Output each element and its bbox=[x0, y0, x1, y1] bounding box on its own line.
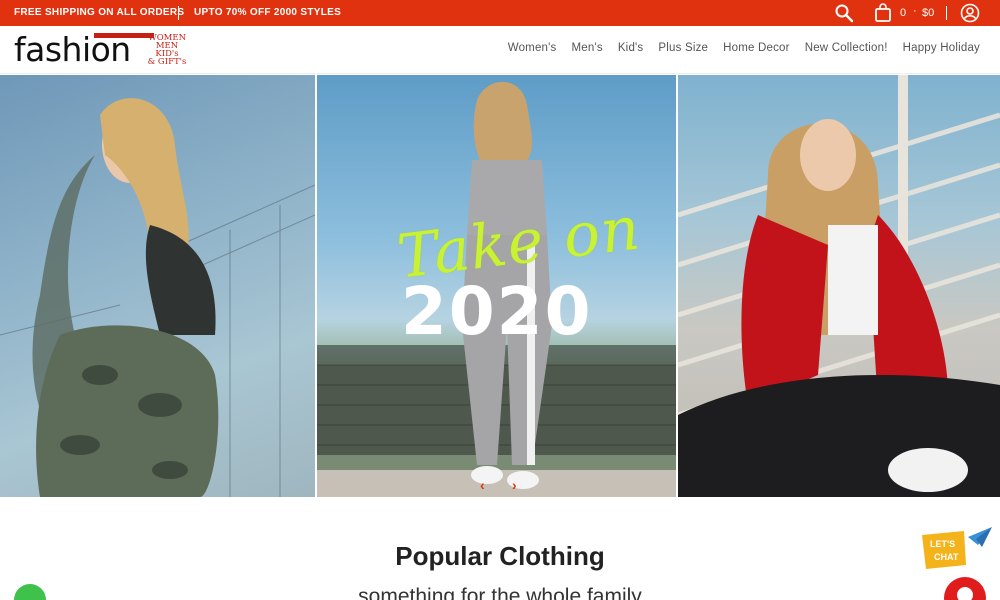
lets-chat-line1: LET'S bbox=[930, 539, 955, 549]
nav-item-mens[interactable]: Men's bbox=[571, 42, 602, 54]
slider-prev-button[interactable]: ‹ bbox=[480, 477, 485, 493]
hero-image-center[interactable]: Take on 2020 bbox=[316, 75, 677, 497]
lets-chat-badge[interactable]: LET'S CHAT bbox=[918, 525, 994, 571]
hero-slider[interactable]: Take on 2020 ‹ › bbox=[0, 75, 1000, 497]
slider-next-button[interactable]: › bbox=[512, 477, 517, 493]
nav-item-kids[interactable]: Kid's bbox=[618, 42, 644, 54]
site-logo[interactable]: fashion WOMEN MEN KID's & GIFT's bbox=[14, 30, 189, 70]
section-title: Popular Clothing bbox=[395, 541, 605, 571]
fence-graphic bbox=[0, 98, 315, 497]
main-nav: Women's Men's Kid's Plus Size Home Decor… bbox=[508, 42, 980, 54]
chat-bubble-icon bbox=[957, 587, 973, 600]
cart-icon[interactable] bbox=[874, 3, 892, 23]
free-shipping-text: FREE SHIPPING ON ALL ORDERS bbox=[14, 7, 185, 18]
section-subtitle: something for the whole family bbox=[358, 585, 642, 600]
hero-headline-year: 2020 bbox=[400, 273, 593, 350]
promo-divider bbox=[178, 6, 179, 20]
promo-divider-2 bbox=[946, 6, 947, 20]
hero-image-right[interactable] bbox=[678, 75, 1000, 497]
search-icon[interactable] bbox=[834, 3, 854, 23]
nav-item-plus-size[interactable]: Plus Size bbox=[658, 42, 708, 54]
promo-bar: FREE SHIPPING ON ALL ORDERS UPTO 70% OFF… bbox=[0, 0, 1000, 26]
bleachers-graphic bbox=[678, 75, 1000, 497]
logo-tagline-line: & GIFT's bbox=[147, 57, 187, 67]
nav-item-womens[interactable]: Women's bbox=[508, 42, 557, 54]
site-header: fashion WOMEN MEN KID's & GIFT's Women's… bbox=[0, 26, 1000, 74]
cart-count[interactable]: 0 bbox=[900, 7, 906, 19]
nav-item-happy-holiday[interactable]: Happy Holiday bbox=[903, 42, 980, 54]
logo-tagline: WOMEN MEN KID's & GIFT's bbox=[145, 34, 189, 67]
nav-item-new-collection[interactable]: New Collection! bbox=[805, 42, 888, 54]
lets-chat-line2: CHAT bbox=[934, 552, 959, 562]
chat-launcher-button[interactable] bbox=[944, 577, 986, 600]
logo-wordmark: fashion bbox=[14, 30, 131, 69]
nav-item-home-decor[interactable]: Home Decor bbox=[723, 42, 790, 54]
user-account-icon[interactable] bbox=[960, 3, 980, 23]
cart-separator: · bbox=[913, 5, 917, 17]
cart-total[interactable]: $0 bbox=[922, 7, 934, 19]
sale-text: UPTO 70% OFF 2000 STYLES bbox=[194, 7, 342, 18]
hero-image-left[interactable] bbox=[0, 75, 315, 497]
